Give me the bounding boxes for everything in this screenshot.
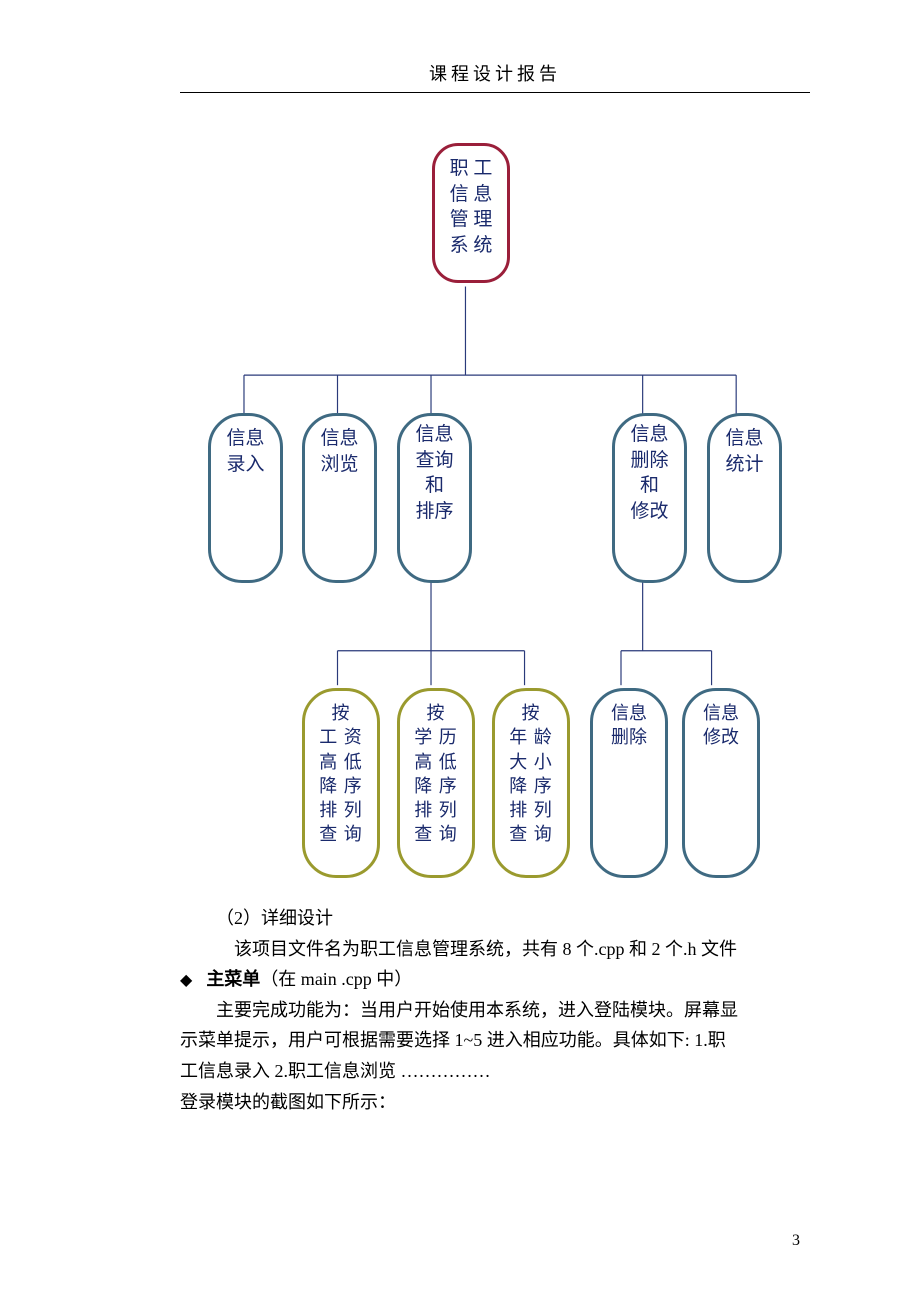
- node-label: 按 工 资 高 低 降 序 排 列 查 询: [319, 701, 363, 847]
- hierarchy-diagram: 职 工 信 息 管 理 系 统 信息 录入 信息 浏览 信息 查询 和 排序 信…: [180, 123, 810, 893]
- node-label: 信息 录入: [226, 426, 264, 477]
- page-header: 课程设计报告: [180, 60, 810, 93]
- node-info-entry: 信息 录入: [208, 413, 283, 583]
- bullet-bold-text: 主菜单: [206, 969, 260, 989]
- paragraph-desc-line2: 示菜单提示，用户可根据需要选择 1~5 进入相应功能。具体如下: 1.职: [180, 1025, 810, 1056]
- node-info-modify: 信息 修改: [682, 688, 760, 878]
- node-sort-education: 按 学 历 高 低 降 序 排 列 查 询: [397, 688, 475, 878]
- bullet-main-menu: ◆ 主菜单（在 main .cpp 中）: [180, 964, 810, 995]
- paragraph-screenshot-note: 登录模块的截图如下所示：: [180, 1087, 810, 1118]
- node-info-delete-modify: 信息 删除 和 修改: [612, 413, 687, 583]
- node-label: 信息 删除 和 修改: [630, 422, 668, 525]
- node-info-delete: 信息 删除: [590, 688, 668, 878]
- node-root: 职 工 信 息 管 理 系 统: [432, 143, 510, 283]
- node-info-query-sort: 信息 查询 和 排序: [397, 413, 472, 583]
- node-label: 按 学 历 高 低 降 序 排 列 查 询: [414, 701, 458, 847]
- node-label: 信息 查询 和 排序: [415, 422, 453, 525]
- section-heading-2: （2）详细设计: [180, 903, 810, 934]
- node-label: 按 年 龄 大 小 降 序 排 列 查 询: [509, 701, 553, 847]
- node-label: 信息 修改: [703, 701, 739, 750]
- paragraph-desc-line1: 主要完成功能为：当用户开始使用本系统，进入登陆模块。屏幕显: [180, 995, 810, 1026]
- diamond-bullet-icon: ◆: [180, 967, 192, 994]
- page-number: 3: [792, 1232, 800, 1250]
- node-label: 信息 删除: [611, 701, 647, 750]
- paragraph-desc-line3: 工信息录入 2.职工信息浏览 ……………: [180, 1056, 810, 1087]
- node-root-label: 职 工 信 息 管 理 系 统: [450, 156, 493, 259]
- paragraph-files: 该项目文件名为职工信息管理系统，共有 8 个.cpp 和 2 个.h 文件: [180, 934, 810, 965]
- node-info-stats: 信息 统计: [707, 413, 782, 583]
- document-page: 课程设计报告: [0, 0, 920, 1300]
- node-label: 信息 统计: [725, 426, 763, 477]
- body-text: （2）详细设计 该项目文件名为职工信息管理系统，共有 8 个.cpp 和 2 个…: [180, 903, 810, 1117]
- bullet-rest-text: （在 main .cpp 中）: [260, 969, 412, 989]
- node-sort-age: 按 年 龄 大 小 降 序 排 列 查 询: [492, 688, 570, 878]
- node-sort-salary: 按 工 资 高 低 降 序 排 列 查 询: [302, 688, 380, 878]
- node-info-browse: 信息 浏览: [302, 413, 377, 583]
- node-label: 信息 浏览: [320, 426, 358, 477]
